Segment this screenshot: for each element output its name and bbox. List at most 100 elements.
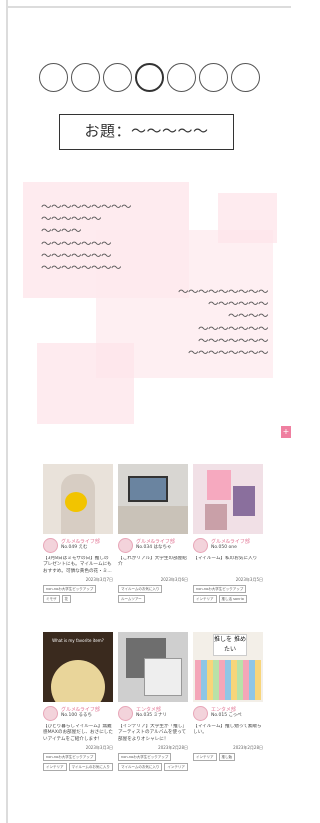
tag-chip[interactable]: インテリア [43,763,67,771]
tag-chip[interactable]: マイルームのお気に入り [118,585,163,593]
author-info: グルメ&ライフ部 No.034 はなちゃ [118,537,188,553]
article-tags: non-noわ大学生ピックアップ インテリア 推し活 sanrio [193,585,263,603]
article-row: グルメ&ライフ部 No.049 えむ【3月8日はミモザの日】推しのプレゼントにも。… [43,464,263,603]
circle-placeholder-row [39,63,260,92]
author-name[interactable]: No.100 るるち [61,713,100,719]
article-card[interactable]: What is my favorite item? グルメ&ライフ部 No.100 … [43,632,113,771]
circle-placeholder [231,63,260,92]
circle-placeholder [167,63,196,92]
topic-box: お題：〜〜〜〜〜 [59,114,234,150]
thumbnail-shape [51,660,105,702]
article-title[interactable]: 【ひとり暮らしマイルーム】無難感MAXのお部屋だし、おさにしたいアイテムをご紹介… [43,724,113,744]
thumbnail-shape [144,658,182,696]
article-title[interactable]: 【3月8日はミモザの日】推しのプレゼントにも。マイルームにもおすすめ。可憐な黄色… [43,556,113,576]
avatar[interactable] [118,705,133,721]
tag-chip[interactable]: non-noわ大学生ピックアップ [43,585,97,593]
article-tags: non-noわ大学生ピックアップ ミモザ花 [43,585,113,603]
placeholder-text-line: 〜〜〜〜〜〜 [41,213,102,226]
author-info: エンタメ部 No.035 ミナリ [118,705,188,721]
placeholder-text-line: 〜〜〜〜〜〜〜〜 [41,262,122,275]
placeholder-text-line: 〜〜〜〜〜〜〜〜 [188,347,269,360]
author-name[interactable]: No.034 はなちゃ [136,545,175,551]
placeholder-text-line: 〜〜〜〜〜〜 [208,298,269,311]
tag-chip[interactable]: 推し活 sanrio [218,595,247,603]
avatar[interactable] [118,537,133,553]
avatar[interactable] [193,537,208,553]
thumbnail-shape [65,492,87,512]
tag-chip[interactable]: インテリア [164,763,188,771]
tag-chip[interactable]: マイルームのお気に入り [118,763,163,771]
circle-placeholder [199,63,228,92]
article-date: 2023年2月28日 [233,745,263,750]
circle-placeholder [39,63,68,92]
author-text: エンタメ部 No.015 こっぺ [211,707,242,719]
placeholder-text-line: 〜〜〜〜 [41,225,82,238]
placeholder-text-line: 〜〜〜〜〜〜〜 [41,249,112,262]
article-card[interactable]: グルメ&ライフ部 No.034 はなちゃ 【これがリアル】大学生の部屋紹介 2023年… [118,464,188,603]
article-date: 2023年3月7日 [85,577,113,582]
article-tags: マイルームのお気に入り ルームツアー [118,585,188,603]
article-card[interactable]: グルメ&ライフ部 No.050 one 【マイルーム】私のお気に入り 2023年3月5… [193,464,263,603]
article-tags: non-noわ大学生ピックアップ マイルームのお気に入り インテリア [118,753,188,771]
article-card[interactable]: グルメ&ライフ部 No.049 えむ【3月8日はミモザの日】推しのプレゼントにも。… [43,464,113,603]
thumbnail-shape [207,470,231,500]
avatar[interactable] [43,537,58,553]
article-title[interactable]: 【マイルーム】推し勉って素敵らしい。 [193,724,263,744]
avatar[interactable] [193,705,208,721]
article-title[interactable]: 【これがリアル】大学生の部屋紹介 [118,556,188,576]
placeholder-text-line: 〜〜〜〜〜〜〜〜〜 [178,286,269,298]
thumbnail-shape [195,660,261,700]
tag-chip[interactable]: マイルームのお気に入り [68,763,113,771]
article-thumbnail[interactable] [193,464,263,534]
author-name[interactable]: No.035 ミナリ [136,713,167,719]
author-name[interactable]: No.015 こっぺ [211,713,242,719]
pink-decoration-block [218,193,277,243]
article-thumbnail[interactable]: 推しを 推めたい [193,632,263,702]
thumbnail-shape [128,476,168,502]
author-text: グルメ&ライフ部 No.034 はなちゃ [136,539,175,551]
frame-left-border [6,0,8,823]
article-thumbnail[interactable] [43,464,113,534]
tag-chip[interactable]: 花 [61,595,71,603]
tag-chip[interactable]: non-noわ大学生ピックアップ [118,753,172,761]
article-date: 2023年2月28日 [158,745,188,750]
pink-decoration-block [37,343,134,424]
article-thumbnail[interactable] [118,464,188,534]
thumbnail-shape [205,504,227,530]
thumbnail-shape [118,506,188,534]
article-thumbnail[interactable]: What is my favorite item? [43,632,113,702]
tag-chip[interactable]: インテリア [193,753,217,761]
avatar[interactable] [43,705,58,721]
article-card[interactable]: エンタメ部 No.035 ミナリ【インテリア】大学生が「推し」アーティストのアルバ… [118,632,188,771]
article-thumbnail[interactable] [118,632,188,702]
thumbnail-shape [233,486,255,516]
article-title[interactable]: 【マイルーム】私のお気に入り [193,556,263,576]
placeholder-text-right: 〜〜〜〜〜〜〜〜〜 〜〜〜〜〜〜 〜〜〜〜 〜〜〜〜〜〜〜 〜〜〜〜〜〜〜 〜〜〜〜〜〜〜… [178,286,269,360]
article-row: What is my favorite item? グルメ&ライフ部 No.100 … [43,632,263,771]
tag-chip[interactable]: ルームツアー [118,595,145,603]
author-info: グルメ&ライフ部 No.049 えむ [43,537,113,553]
author-info: グルメ&ライフ部 No.050 one [193,537,263,553]
tag-chip[interactable]: non-noわ大学生ピックアップ [43,753,97,761]
placeholder-text-line: 〜〜〜〜〜〜〜 [198,322,269,335]
article-card[interactable]: 推しを 推めたいエンタメ部 No.015 こっぺ【マイルーム】推し勉って素敵らしい… [193,632,263,771]
thumbnail-shape: 推しを 推めたい [213,634,247,656]
tag-chip[interactable]: 推し勉 [218,753,235,761]
side-tab-button[interactable]: + [281,426,291,438]
article-date: 2023年3月5日 [235,577,263,582]
placeholder-text-left: 〜〜〜〜〜〜〜〜〜 〜〜〜〜〜〜 〜〜〜〜 〜〜〜〜〜〜〜 〜〜〜〜〜〜〜 〜〜〜〜〜〜〜… [41,201,132,275]
article-title[interactable]: 【インテリア】大学生が「推し」アーティストのアルバムを使って部屋をよりオシャレに… [118,724,188,744]
author-name[interactable]: No.050 one [211,545,250,551]
tag-chip[interactable]: インテリア [193,595,217,603]
article-tags: non-noわ大学生ピックアップ インテリア マイルームのお気に入り [43,753,113,771]
tag-chip[interactable]: ミモザ [43,595,60,603]
circle-placeholder [71,63,100,92]
author-name[interactable]: No.049 えむ [61,545,100,551]
tag-chip[interactable]: non-noわ大学生ピックアップ [193,585,247,593]
article-tags: インテリア 推し勉 [193,753,263,761]
thumbnail-shape: What is my favorite item? [52,638,104,643]
placeholder-text-line: 〜〜〜〜〜〜〜〜〜 [41,201,132,213]
circle-placeholder [135,63,164,92]
frame-top-border [6,6,291,8]
author-info: グルメ&ライフ部 No.100 るるち [43,705,113,721]
